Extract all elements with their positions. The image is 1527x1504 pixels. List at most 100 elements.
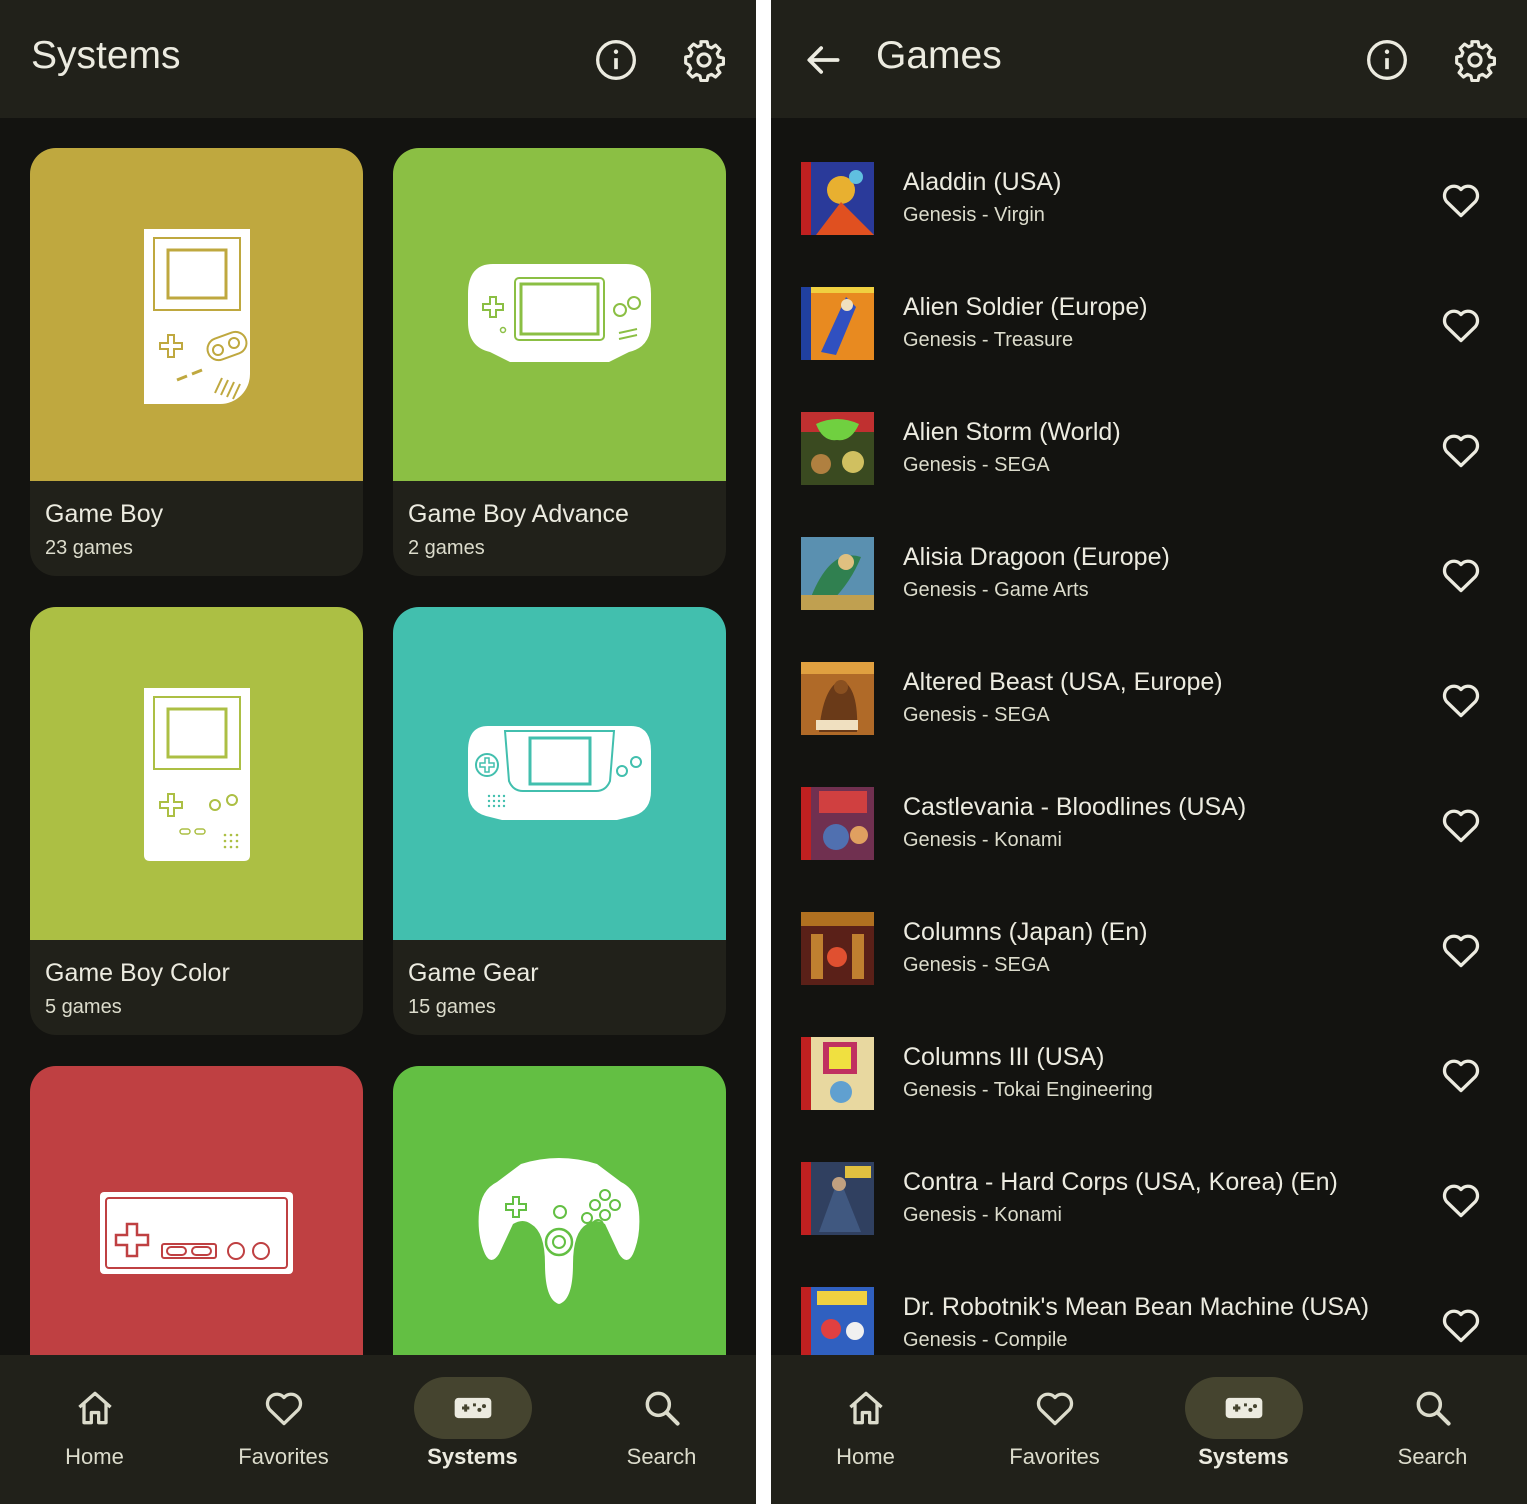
heart-icon: [1442, 934, 1480, 968]
system-name: Game Gear: [408, 959, 539, 987]
game-row[interactable]: Columns III (USA) Genesis - Tokai Engine…: [771, 1000, 1527, 1125]
game-cover: [801, 537, 874, 610]
systems-screen: Systems Game Boy 23 games Game Boy Advan…: [0, 0, 756, 1504]
bottom-navigation: Home Favorites Systems Search: [0, 1355, 756, 1504]
top-app-bar: Systems: [0, 0, 756, 118]
settings-button[interactable]: [1453, 38, 1497, 82]
system-name: Game Boy Advance: [408, 500, 629, 528]
game-subtitle: Genesis - Virgin: [903, 204, 1045, 226]
info-button[interactable]: [1365, 38, 1409, 82]
favorite-button[interactable]: [1439, 1303, 1483, 1347]
back-button[interactable]: [801, 38, 845, 82]
game-boy-icon: [30, 148, 363, 481]
info-button[interactable]: [594, 38, 638, 82]
nav-favorites[interactable]: Favorites: [189, 1355, 378, 1504]
nav-systems[interactable]: Systems: [1149, 1355, 1338, 1504]
nav-home[interactable]: Home: [0, 1355, 189, 1504]
game-row[interactable]: Contra - Hard Corps (USA, Korea) (En) Ge…: [771, 1125, 1527, 1250]
nav-systems[interactable]: Systems: [378, 1355, 567, 1504]
favorite-button[interactable]: [1439, 428, 1483, 472]
system-name: Game Boy Color: [45, 959, 230, 987]
game-title: Alisia Dragoon (Europe): [903, 543, 1170, 571]
favorite-button[interactable]: [1439, 678, 1483, 722]
game-subtitle: Genesis - Game Arts: [903, 579, 1089, 601]
system-card-game-gear[interactable]: Game Gear 15 games: [393, 607, 726, 1035]
arrow-back-icon: [807, 46, 840, 74]
gamepad-icon: [451, 1386, 495, 1430]
nav-favorites[interactable]: Favorites: [960, 1355, 1149, 1504]
gear-icon: [1455, 40, 1496, 82]
info-icon: [596, 40, 636, 80]
favorite-button[interactable]: [1439, 303, 1483, 347]
game-subtitle: Genesis - Konami: [903, 829, 1062, 851]
favorite-button[interactable]: [1439, 928, 1483, 972]
game-subtitle: Genesis - SEGA: [903, 454, 1050, 476]
game-cover: [801, 412, 874, 485]
game-row[interactable]: Alien Soldier (Europe) Genesis - Treasur…: [771, 250, 1527, 375]
system-art: [30, 607, 363, 940]
game-subtitle: Genesis - SEGA: [903, 704, 1050, 726]
game-row[interactable]: Aladdin (USA) Genesis - Virgin: [771, 125, 1527, 250]
game-subtitle: Genesis - SEGA: [903, 954, 1050, 976]
game-row[interactable]: Alisia Dragoon (Europe) Genesis - Game A…: [771, 500, 1527, 625]
system-art: [30, 1066, 363, 1399]
nav-label: Favorites: [1009, 1444, 1100, 1469]
heart-icon: [1442, 684, 1480, 718]
game-row[interactable]: Castlevania - Bloodlines (USA) Genesis -…: [771, 750, 1527, 875]
heart-icon: [262, 1386, 306, 1430]
heart-icon: [1442, 184, 1480, 218]
game-row[interactable]: Alien Storm (World) Genesis - SEGA: [771, 375, 1527, 500]
games-screen: Games Aladdin (USA) Genesis - Virgin Ali…: [771, 0, 1527, 1504]
game-subtitle: Genesis - Compile: [903, 1329, 1068, 1351]
n64-controller-icon: [393, 1066, 726, 1399]
system-card-game-boy-color[interactable]: Game Boy Color 5 games: [30, 607, 363, 1035]
page-title: Systems: [31, 34, 181, 77]
nav-search[interactable]: Search: [567, 1355, 756, 1504]
heart-icon: [1033, 1386, 1077, 1430]
nav-label: Systems: [427, 1444, 518, 1469]
system-card-game-boy-advance[interactable]: Game Boy Advance 2 games: [393, 148, 726, 576]
game-gear-icon: [393, 607, 726, 940]
home-icon: [73, 1386, 117, 1430]
system-card-game-boy[interactable]: Game Boy 23 games: [30, 148, 363, 576]
favorite-button[interactable]: [1439, 178, 1483, 222]
heart-icon: [1442, 1059, 1480, 1093]
game-title: Alien Storm (World): [903, 418, 1121, 446]
system-art: [393, 148, 726, 481]
game-title: Contra - Hard Corps (USA, Korea) (En): [903, 1168, 1338, 1196]
system-game-count: 5 games: [45, 996, 122, 1018]
favorite-button[interactable]: [1439, 1053, 1483, 1097]
heart-icon: [1442, 809, 1480, 843]
favorite-button[interactable]: [1439, 1178, 1483, 1222]
nav-label: Search: [1397, 1444, 1468, 1469]
game-subtitle: Genesis - Konami: [903, 1204, 1062, 1226]
nes-controller-icon: [30, 1066, 363, 1399]
game-cover: [801, 1037, 874, 1110]
gear-icon: [684, 40, 725, 82]
heart-icon: [1442, 1309, 1480, 1343]
game-cover: [801, 662, 874, 735]
game-title: Columns III (USA): [903, 1043, 1105, 1071]
game-row[interactable]: Altered Beast (USA, Europe) Genesis - SE…: [771, 625, 1527, 750]
system-name: Game Boy: [45, 500, 164, 528]
heart-icon: [1442, 434, 1480, 468]
system-game-count: 15 games: [408, 996, 496, 1018]
settings-button[interactable]: [682, 38, 726, 82]
gamepad-icon: [1222, 1386, 1266, 1430]
game-boy-advance-icon: [393, 148, 726, 481]
system-art: [393, 1066, 726, 1399]
favorite-button[interactable]: [1439, 803, 1483, 847]
home-icon: [844, 1386, 888, 1430]
game-row[interactable]: Columns (Japan) (En) Genesis - SEGA: [771, 875, 1527, 1000]
game-cover: [801, 1162, 874, 1235]
nav-search[interactable]: Search: [1338, 1355, 1527, 1504]
game-cover: [801, 162, 874, 235]
game-boy-color-icon: [30, 607, 363, 940]
game-cover: [801, 787, 874, 860]
game-cover: [801, 287, 874, 360]
system-art: [30, 148, 363, 481]
favorite-button[interactable]: [1439, 553, 1483, 597]
game-title: Altered Beast (USA, Europe): [903, 668, 1223, 696]
heart-icon: [1442, 309, 1480, 343]
nav-home[interactable]: Home: [771, 1355, 960, 1504]
